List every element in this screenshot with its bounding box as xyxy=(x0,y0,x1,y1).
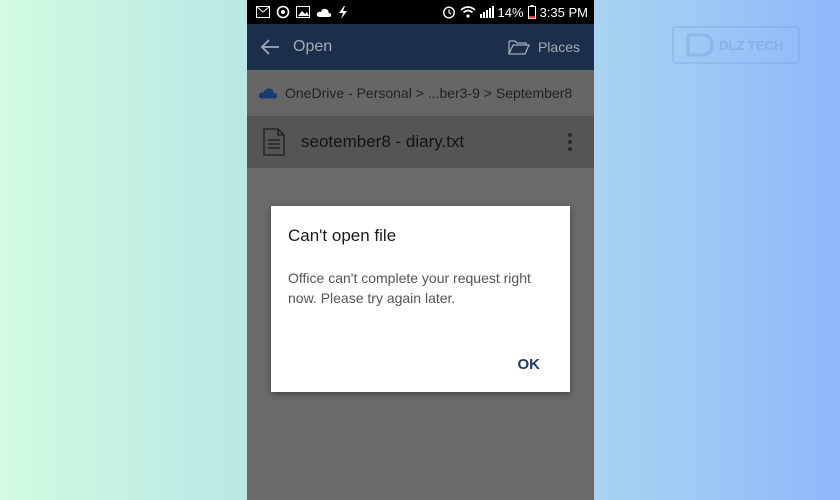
cloud-icon xyxy=(316,8,332,17)
image-icon xyxy=(296,6,310,18)
app-bar: Open Places xyxy=(247,24,594,70)
watermark-logo: DLZ TECH xyxy=(672,26,800,64)
clock-time: 3:35 PM xyxy=(539,4,588,20)
flash-icon xyxy=(339,5,347,19)
status-bar: 14% 3:35 PM xyxy=(247,0,594,24)
places-button[interactable]: Places xyxy=(508,39,594,55)
file-list-item[interactable]: seotember8 - diary.txt xyxy=(247,116,594,168)
places-label: Places xyxy=(537,39,580,55)
wifi-icon xyxy=(460,6,476,18)
dialog-title: Can't open file xyxy=(288,226,397,245)
folder-open-icon xyxy=(508,40,530,55)
page-title: Open xyxy=(293,38,333,55)
document-icon xyxy=(263,128,285,156)
file-name: seotember8 - diary.txt xyxy=(301,132,465,151)
back-arrow-icon[interactable] xyxy=(259,36,281,58)
more-options-icon[interactable] xyxy=(566,133,574,151)
alarm-icon xyxy=(442,6,455,19)
dialog-message: Office can't complete your request right… xyxy=(288,270,531,306)
watermark-text: DLZ TECH xyxy=(719,38,783,53)
ok-button[interactable]: OK xyxy=(518,356,541,373)
onedrive-cloud-icon xyxy=(258,88,278,99)
battery-percent: 14% xyxy=(497,4,524,20)
breadcrumb-path: OneDrive - Personal > ...ber3-9 > Septem… xyxy=(285,85,573,101)
battery-icon xyxy=(527,5,536,19)
mail-icon xyxy=(256,6,270,18)
sync-icon xyxy=(276,5,290,19)
signal-icon xyxy=(479,6,494,18)
breadcrumb[interactable]: OneDrive - Personal > ...ber3-9 > Septem… xyxy=(247,70,594,116)
error-dialog: Can't open file Office can't complete yo… xyxy=(271,206,570,392)
